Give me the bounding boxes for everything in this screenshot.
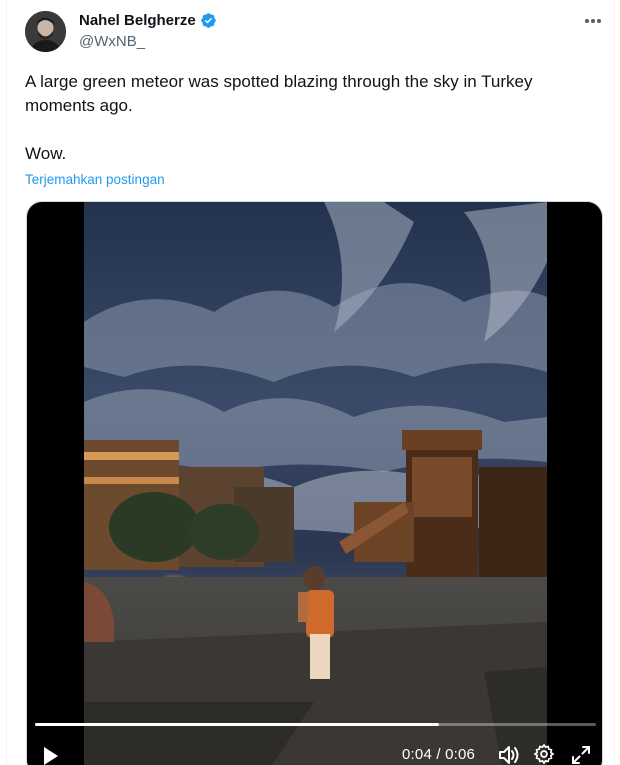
avatar[interactable] — [25, 11, 66, 52]
volume-icon — [499, 746, 519, 764]
play-icon — [44, 747, 58, 765]
more-options-button[interactable] — [580, 10, 606, 32]
display-name[interactable]: Nahel Belgherze — [79, 12, 196, 29]
video-progress-fill — [35, 723, 439, 726]
more-dot-icon — [597, 19, 601, 23]
tweet-card: Nahel Belgherze @WxNB_ A large green met… — [6, 0, 615, 765]
video-progress-bar[interactable] — [35, 723, 596, 726]
fullscreen-icon — [572, 746, 590, 764]
more-dot-icon — [585, 19, 589, 23]
video-time-readout: 0:04 / 0:06 — [402, 746, 476, 763]
author-handle[interactable]: @WxNB_ — [79, 33, 145, 50]
video-frame — [84, 202, 547, 765]
avatar-photo-icon — [25, 11, 66, 52]
verified-badge-icon — [200, 13, 216, 28]
more-dot-icon — [591, 19, 595, 23]
play-button[interactable] — [41, 745, 61, 765]
settings-button[interactable] — [533, 743, 555, 765]
tweet-text: A large green meteor was spotted blazing… — [25, 72, 533, 163]
translate-post-link[interactable]: Terjemahkan postingan — [25, 172, 165, 187]
volume-button[interactable] — [497, 744, 521, 765]
author-name-row: Nahel Belgherze — [79, 12, 217, 29]
fullscreen-button[interactable] — [570, 744, 592, 765]
gear-icon — [534, 744, 554, 764]
video-player[interactable]: 0:04 / 0:06 — [26, 201, 603, 765]
